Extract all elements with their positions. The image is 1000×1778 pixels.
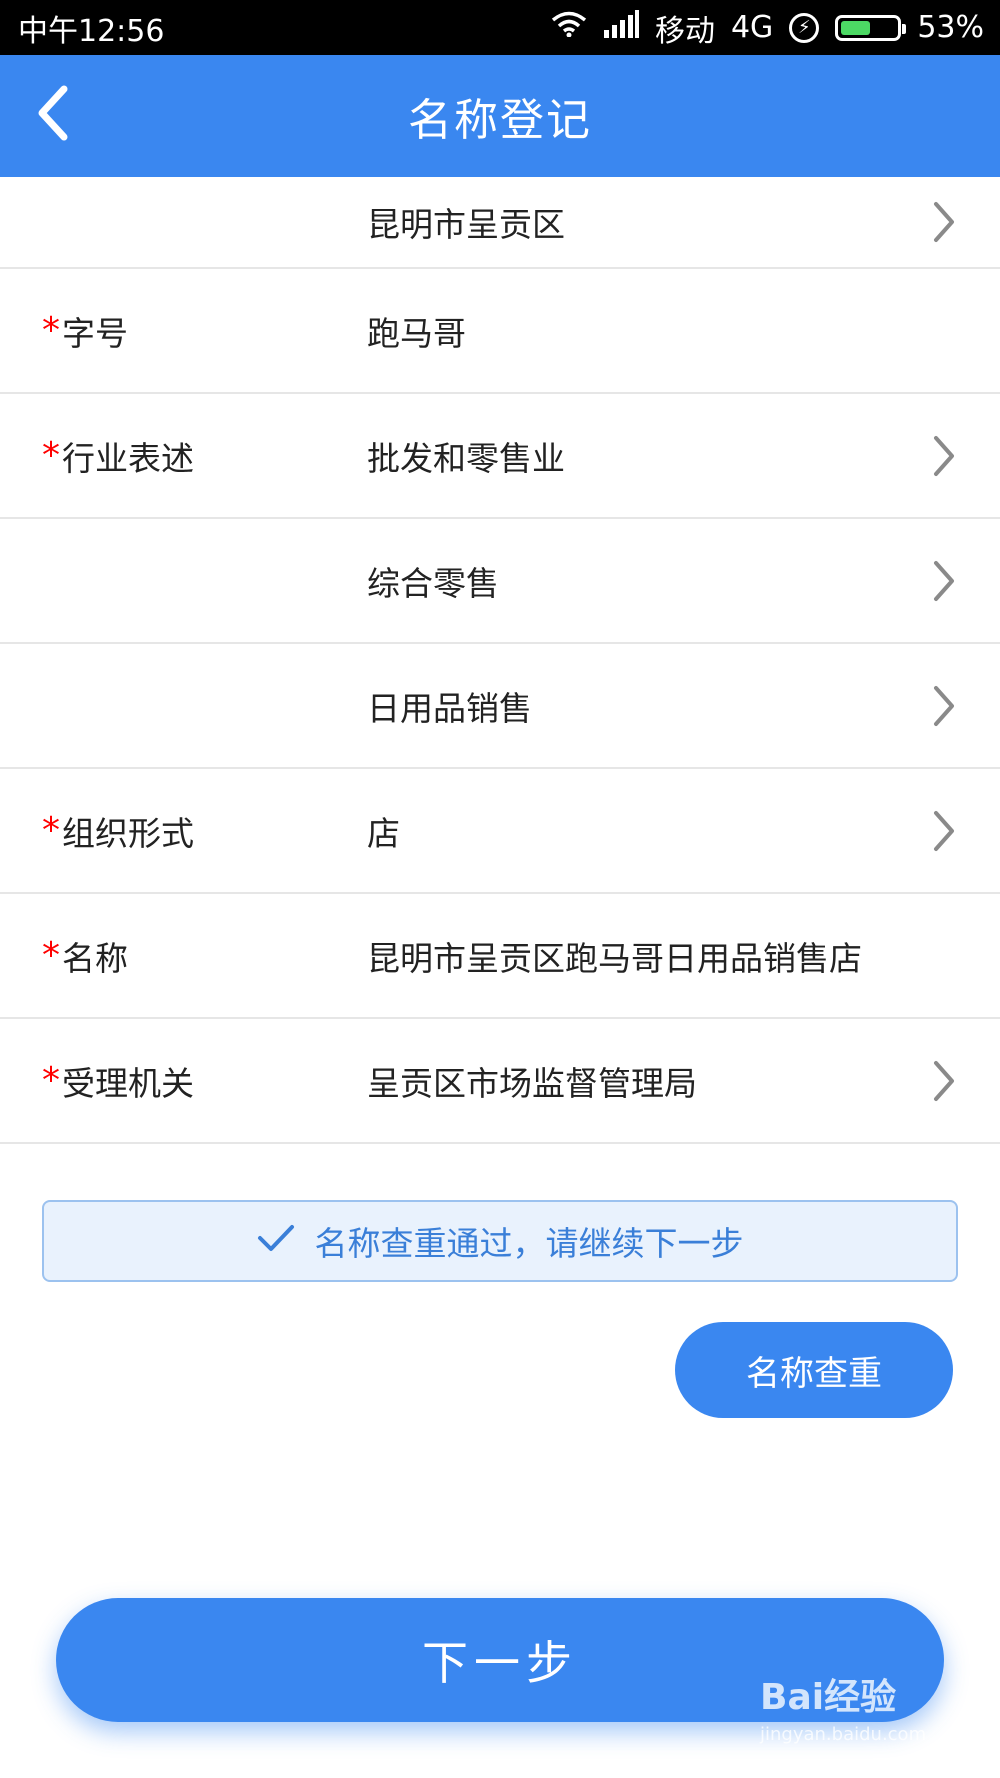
status-bar: 中午12:56 移动 4G ⚡ 53% [0, 0, 1000, 55]
form-row[interactable]: 日用品销售 [0, 644, 1000, 769]
row-value: 店 [367, 813, 400, 853]
row-value: 呈贡区市场监督管理局 [367, 1063, 697, 1103]
form-row[interactable]: * 组织形式 店 [0, 769, 1000, 894]
back-arrow-icon [32, 85, 72, 145]
row-value: 日用品销售 [367, 688, 532, 728]
row-value[interactable]: 跑马哥 [367, 307, 466, 355]
row-value: 综合零售 [367, 563, 499, 603]
form-row: * 字号 跑马哥 [0, 269, 1000, 394]
required-mark: * [42, 1060, 60, 1101]
row-label: * 名称 [42, 932, 128, 980]
required-mark: * [42, 935, 60, 976]
row-label-text: 组织形式 [62, 813, 194, 853]
row-label: * 受理机关 [42, 1057, 194, 1105]
back-button[interactable] [22, 85, 82, 145]
status-time: 中午12:56 [18, 13, 165, 49]
watermark: Bai经验 jingyan.baidu.com [760, 1668, 980, 1763]
network-label: 4G [730, 10, 774, 45]
row-label-text: 受理机关 [62, 1063, 194, 1103]
required-mark: * [42, 810, 60, 851]
charging-icon: ⚡ [789, 12, 820, 43]
row-label-text: 字号 [62, 313, 128, 353]
status-indicators: 移动 4G ⚡ 53% [551, 6, 984, 50]
form-row[interactable]: 昆明市呈贡区 [0, 177, 1000, 269]
watermark-logo: Bai经验 [760, 1677, 897, 1718]
wifi-icon [551, 10, 587, 45]
form-row: * 名称 昆明市呈贡区跑马哥日用品销售店 [0, 894, 1000, 1019]
battery-percent: 53% [917, 10, 984, 45]
name-check-button[interactable]: 名称查重 [675, 1322, 953, 1418]
row-value[interactable]: 昆明市呈贡区跑马哥日用品销售店 [367, 932, 862, 980]
form-row[interactable]: 综合零售 [0, 519, 1000, 644]
battery-icon [835, 14, 907, 41]
carrier-label: 移动 [654, 13, 715, 49]
chevron-right-icon [930, 1059, 958, 1103]
app-header: 名称登记 [0, 55, 1000, 177]
check-icon [257, 1222, 295, 1261]
chevron-right-icon [930, 809, 958, 853]
chevron-right-icon [930, 559, 958, 603]
watermark-url: jingyan.baidu.com [760, 1724, 927, 1745]
form-row[interactable]: * 行业表述 批发和零售业 [0, 394, 1000, 519]
chevron-right-icon [930, 434, 958, 478]
required-mark: * [42, 435, 60, 476]
row-label: * 组织形式 [42, 807, 194, 855]
row-label: * 行业表述 [42, 432, 194, 480]
form-list: 昆明市呈贡区 * 字号 跑马哥 * 行业表述 批发和零售业 综合零售 日用品销售 * 组织形式店 * 名… [0, 177, 1000, 1144]
signal-icon [603, 9, 639, 46]
page-title: 名称登记 [408, 95, 592, 146]
row-label: * 字号 [42, 307, 128, 355]
success-notice: 名称查重通过，请继续下一步 [42, 1200, 958, 1282]
row-label-text: 行业表述 [62, 438, 194, 478]
row-label-text: 名称 [62, 938, 128, 978]
chevron-right-icon [930, 684, 958, 728]
required-mark: * [42, 310, 60, 351]
row-value: 批发和零售业 [367, 438, 565, 478]
chevron-right-icon [930, 200, 958, 244]
form-row[interactable]: * 受理机关 呈贡区市场监督管理局 [0, 1019, 1000, 1144]
row-value: 昆明市呈贡区 [367, 205, 565, 244]
success-notice-text: 名称查重通过，请继续下一步 [314, 1224, 744, 1263]
